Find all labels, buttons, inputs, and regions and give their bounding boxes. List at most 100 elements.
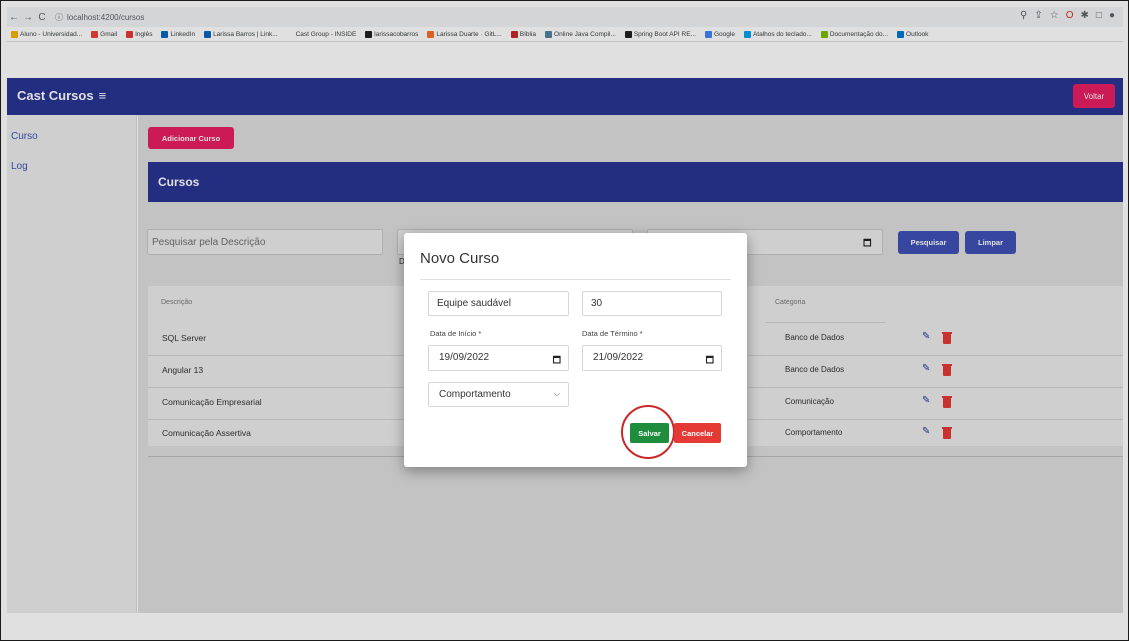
bookmark-label: Outlook xyxy=(906,30,929,38)
zoom-icon[interactable]: ⚲ xyxy=(1020,10,1027,21)
bookmark-item[interactable]: Cast Group - INSIDE xyxy=(286,30,357,38)
url-text: localhost:4200/cursos xyxy=(67,12,145,22)
data-inicio-label: Data de Início * xyxy=(430,329,482,338)
calendar-icon[interactable]: 🗖 xyxy=(705,353,714,369)
sidebar-item-curso[interactable]: Curso xyxy=(11,131,38,142)
windows-icon xyxy=(743,30,751,38)
bookmark-item[interactable]: Outlook xyxy=(897,30,929,38)
bookmark-label: Aluno - Universidad... xyxy=(20,30,83,38)
categoria-selected-value: Comportamento xyxy=(439,389,511,400)
app-title: Cast Cursos ≡ xyxy=(17,88,106,103)
window-icon[interactable]: □ xyxy=(1096,10,1102,21)
bookmark-item[interactable]: Online Java Compil... xyxy=(545,30,616,38)
info-icon: ⓘ xyxy=(55,12,63,22)
calendar-icon[interactable]: 🗖 xyxy=(863,236,872,252)
bookmark-item[interactable]: Larissa Duarte · GitL... xyxy=(427,30,502,38)
bookmark-label: Google xyxy=(713,30,735,38)
opera-extension-icon[interactable]: O xyxy=(1066,10,1074,21)
data-termino-value: 21/09/2022 xyxy=(593,352,644,363)
limpar-button[interactable]: Limpar xyxy=(965,231,1016,254)
bookmark-item[interactable]: Google xyxy=(704,30,735,38)
university-icon xyxy=(11,30,18,38)
voltar-button[interactable]: Voltar xyxy=(1073,84,1115,108)
delete-icon[interactable] xyxy=(942,332,952,344)
app-toolbar: Cast Cursos ≡ Voltar xyxy=(7,78,1123,115)
bible-icon xyxy=(510,30,518,38)
cursos-header: Cursos xyxy=(148,162,1123,202)
cell-categoria: Comunicação xyxy=(785,397,834,406)
pesquisar-button[interactable]: Pesquisar xyxy=(898,231,959,254)
cell-categoria: Banco de Dados xyxy=(785,365,845,374)
data-termino-input[interactable]: 21/09/2022 🗖 xyxy=(582,345,722,371)
reload-icon[interactable]: C xyxy=(35,12,49,23)
app-title-text: Cast Cursos xyxy=(17,88,94,103)
cancelar-button[interactable]: Cancelar xyxy=(674,423,721,443)
data-termino-label: Data de Término * xyxy=(582,329,643,338)
data-inicio-value: 19/09/2022 xyxy=(439,352,490,363)
cell-categoria: Banco de Dados xyxy=(785,333,845,342)
cell-descricao: Angular 13 xyxy=(162,365,204,375)
bookmark-item[interactable]: Bíblia xyxy=(510,30,537,38)
edit-icon[interactable]: ✎ xyxy=(922,363,930,374)
column-header-descricao: Descrição xyxy=(161,299,193,306)
bookmark-label: Atalhos do teclado... xyxy=(752,30,812,38)
bookmark-label: larissacobarros xyxy=(374,30,419,38)
screenshot-frame: ← → C ⓘ localhost:4200/cursos ⚲ ⇪ ☆ O ✱ … xyxy=(0,0,1129,641)
edit-icon[interactable]: ✎ xyxy=(922,331,930,342)
github-icon xyxy=(365,30,373,38)
forward-arrow-icon[interactable]: → xyxy=(21,12,35,23)
bookmark-item[interactable]: Inglês xyxy=(126,30,153,38)
blank-icon xyxy=(286,30,294,38)
bookmark-item[interactable]: Larissa Barros | Link... xyxy=(204,30,278,38)
gmail-icon xyxy=(91,30,99,38)
bookmark-label: Bíblia xyxy=(519,30,537,38)
carga-horaria-input[interactable]: 30 xyxy=(582,291,722,316)
edit-icon[interactable]: ✎ xyxy=(922,426,930,437)
search-description-input[interactable]: Pesquisar pela Descrição xyxy=(147,229,383,255)
bookmark-label: Online Java Compil... xyxy=(554,30,616,38)
bookmark-item[interactable]: Gmail xyxy=(91,30,118,38)
back-arrow-icon[interactable]: ← xyxy=(7,12,21,23)
edit-icon[interactable]: ✎ xyxy=(922,395,930,406)
add-curso-button[interactable]: Adicionar Curso xyxy=(148,127,234,149)
menu-icon[interactable]: ≡ xyxy=(99,88,107,103)
delete-icon[interactable] xyxy=(942,427,952,439)
bookmark-item[interactable]: Aluno - Universidad... xyxy=(11,30,83,38)
column-header-categoria: Categoria xyxy=(775,299,806,306)
bookmark-label: Cast Group - INSIDE xyxy=(295,30,357,38)
data-inicio-input[interactable]: 19/09/2022 🗖 xyxy=(428,345,569,371)
dialog-title: Novo Curso xyxy=(420,250,500,267)
bookmark-item[interactable]: Spring Boot API RE... xyxy=(624,30,696,38)
browser-toolbar-icons: ⚲ ⇪ ☆ O ✱ □ ● xyxy=(1020,10,1115,21)
delete-icon[interactable] xyxy=(942,364,952,376)
outlook-icon xyxy=(897,30,905,38)
novo-curso-dialog: Novo Curso Equipe saudável 30 Data de In… xyxy=(404,233,747,467)
sidebar-item-log[interactable]: Log xyxy=(11,161,28,172)
profile-avatar-icon[interactable]: ● xyxy=(1109,10,1115,21)
bookmark-label: LinkedIn xyxy=(170,30,196,38)
bookmark-item[interactable]: larissacobarros xyxy=(365,30,419,38)
cell-categoria: Comportamento xyxy=(785,428,843,437)
calendar-icon[interactable]: 🗖 xyxy=(552,353,561,369)
cell-descricao: SQL Server xyxy=(162,333,207,343)
bookmark-label: Larissa Barros | Link... xyxy=(213,30,278,38)
sidebar: Curso Log xyxy=(7,115,137,613)
cell-descricao: Comunicação Assertiva xyxy=(162,428,251,438)
url-field[interactable]: ⓘ localhost:4200/cursos xyxy=(55,12,144,23)
categoria-select[interactable]: Comportamento ⌵ xyxy=(428,382,569,407)
bookmark-label: Inglês xyxy=(135,30,153,38)
share-icon[interactable]: ⇪ xyxy=(1034,10,1042,21)
bookmark-item[interactable]: LinkedIn xyxy=(161,30,196,38)
windows-icon xyxy=(820,30,828,38)
star-icon[interactable]: ☆ xyxy=(1050,10,1059,21)
bookmark-item[interactable]: Atalhos do teclado... xyxy=(743,30,812,38)
bookmark-item[interactable]: Documentação do... xyxy=(820,30,888,38)
language-icon xyxy=(126,30,134,38)
delete-icon[interactable] xyxy=(942,396,952,408)
salvar-button[interactable]: Salvar xyxy=(630,423,669,443)
java-icon xyxy=(545,30,553,38)
descricao-input[interactable]: Equipe saudável xyxy=(428,291,569,316)
bookmark-label: Gmail xyxy=(100,30,118,38)
extensions-icon[interactable]: ✱ xyxy=(1081,10,1089,21)
spring-icon xyxy=(624,30,632,38)
